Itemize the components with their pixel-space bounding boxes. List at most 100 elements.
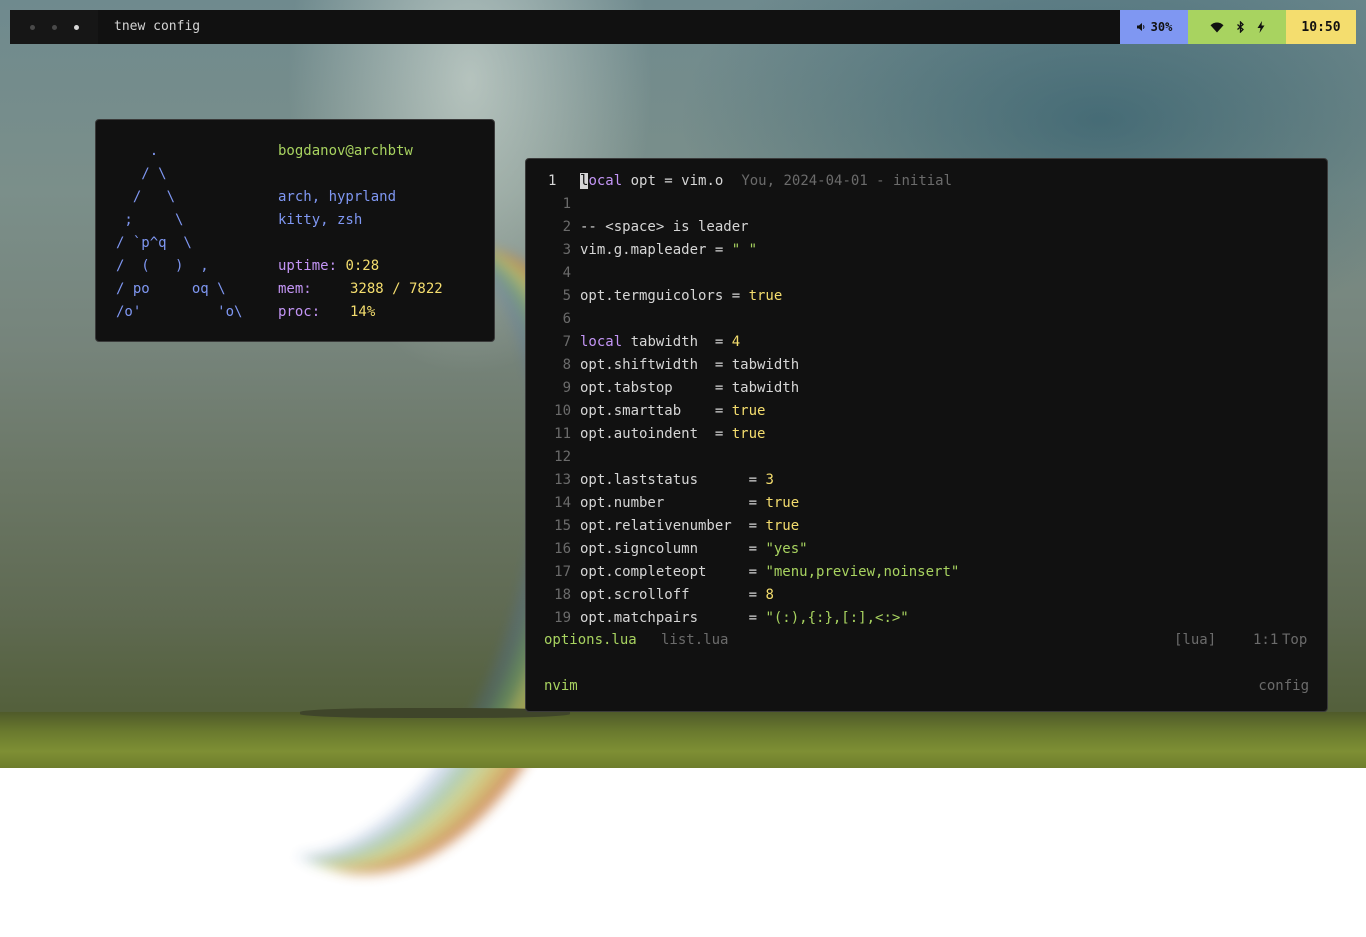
code-line[interactable]: 1 (526, 193, 1326, 216)
code-text: opt.shiftwidth = tabwidth (580, 357, 800, 373)
code-line[interactable]: 12 (526, 446, 1326, 469)
mem-value: 3288 / 7822 (350, 281, 443, 297)
code-line[interactable]: 17 opt.completeopt = "menu,preview,noinse… (526, 561, 1326, 584)
line-number: 1 (548, 173, 557, 189)
line-number: 9 (562, 380, 571, 396)
proc-label: proc: (278, 304, 321, 320)
code-text: vim.g.mapleader = " " (580, 242, 758, 258)
code-line[interactable]: 3 vim.g.mapleader = " " (526, 239, 1326, 262)
code-text: local tabwidth = 4 (580, 334, 741, 350)
line-number: 2 (562, 219, 571, 235)
volume-level: 30% (1150, 20, 1173, 34)
code-line[interactable]: 6 (526, 308, 1326, 331)
git-blame: You, 2024-04-01 - initial (741, 173, 953, 189)
uptime-label: uptime: (278, 258, 338, 274)
nvim-terminal-window[interactable]: 1 local opt = vim.o You, 2024-04-01 - init… (525, 158, 1328, 712)
code-line[interactable]: 7 local tabwidth = 4 (526, 331, 1326, 354)
line-number: 8 (562, 357, 571, 373)
volume-widget[interactable]: 30% (1120, 10, 1188, 44)
line-number: 13 (554, 472, 571, 488)
workspace-1[interactable] (29, 24, 35, 30)
mem-row: mem: 3288 / 7822 (278, 278, 443, 301)
code-line[interactable]: 4 (526, 262, 1326, 285)
uptime-value: 0:28 (345, 258, 380, 274)
code-text: opt.signcolumn = "yes" (580, 541, 808, 557)
line-number: 11 (554, 426, 571, 442)
nvim-statusline: options.lua list.lua [lua] 1:1 Top (526, 629, 1327, 652)
top-status-bar: tnew config 30% 10:50 (10, 10, 1356, 44)
line-number: 5 (562, 288, 571, 304)
workspace-2[interactable] (51, 24, 57, 30)
code-text: opt.scrolloff = 8 (580, 587, 774, 603)
line-number: 4 (562, 265, 571, 281)
line-number: 7 (562, 334, 571, 350)
code-line[interactable]: 1 local opt = vim.o You, 2024-04-01 - init… (526, 170, 1326, 193)
uptime-row: uptime: 0:28 (278, 255, 443, 278)
code-line[interactable]: 15 opt.relativenumber = true (526, 515, 1326, 538)
active-window-title: tnew config (114, 19, 201, 34)
code-line[interactable]: 10 opt.smarttab = true (526, 400, 1326, 423)
line-number: 14 (554, 495, 571, 511)
code-text: opt.termguicolors = true (580, 288, 783, 304)
bluetooth-icon[interactable] (1236, 21, 1245, 33)
wifi-icon[interactable] (1210, 22, 1224, 33)
fetch-terminal-window[interactable]: . / \ / \ ; \ / `p^q \ / ( ) , / po oq \… (95, 119, 495, 342)
line-number: 10 (554, 403, 571, 419)
proc-row: proc: 14% (278, 301, 443, 324)
code-text: opt.relativenumber = true (580, 518, 800, 534)
wallpaper-grass (0, 708, 1366, 768)
tmux-window-name[interactable]: nvim (544, 675, 578, 698)
code-text: opt.number = true (580, 495, 800, 511)
line-number: 3 (562, 242, 571, 258)
code-text: opt.completeopt = "menu,preview,noinsert… (580, 564, 960, 580)
code-line[interactable]: 16 opt.signcolumn = "yes" (526, 538, 1326, 561)
buffer-tab-list[interactable]: list.lua (661, 629, 728, 652)
apps-info: kitty, zsh (278, 212, 363, 228)
code-area[interactable]: 1 local opt = vim.o You, 2024-04-01 - init… (526, 170, 1326, 630)
tmux-session-name: config (1258, 678, 1309, 694)
code-text: opt.laststatus = 3 (580, 472, 774, 488)
line-number: 16 (554, 541, 571, 557)
line-number: 18 (554, 587, 571, 603)
clock[interactable]: 10:50 (1286, 10, 1356, 44)
buffer-tab-options[interactable]: options.lua (544, 629, 637, 652)
code-text: opt.matchpairs = "(:),{:},[:],<:>" (580, 610, 909, 626)
os-info: arch, hyprland (278, 189, 397, 205)
scroll-position: Top (1282, 632, 1308, 648)
code-comment: -- <space> is leader (580, 219, 749, 235)
system-tray (1188, 10, 1286, 44)
code-text: opt.tabstop = tabwidth (580, 380, 800, 396)
user-host: bogdanov@archbtw (278, 143, 413, 159)
code-line[interactable]: 18 opt.scrolloff = 8 (526, 584, 1326, 607)
code-line[interactable]: 14 opt.number = true (526, 492, 1326, 515)
system-info: bogdanov@archbtw arch, hyprland kitty, z… (278, 140, 443, 324)
code-line[interactable]: 19 opt.matchpairs = "(:),{:},[:],<:>" (526, 607, 1326, 630)
workspace-3-active[interactable] (73, 24, 79, 30)
arch-ascii-logo: . / \ / \ ; \ / `p^q \ / ( ) , / po oq \… (116, 143, 243, 320)
filetype-indicator: [lua] (1174, 632, 1217, 648)
code-line[interactable]: 8 opt.shiftwidth = tabwidth (526, 354, 1326, 377)
line-number: 15 (554, 518, 571, 534)
proc-value: 14% (350, 304, 376, 320)
line-number: 1 (562, 196, 571, 212)
line-number: 19 (554, 610, 571, 626)
speaker-icon (1136, 23, 1145, 31)
line-number: 17 (554, 564, 571, 580)
battery-charging-icon[interactable] (1257, 21, 1265, 33)
workspace-indicator (10, 10, 98, 44)
code-text: local opt = vim.o (580, 173, 724, 189)
mem-label: mem: (278, 281, 312, 297)
code-line[interactable]: 9 opt.tabstop = tabwidth (526, 377, 1326, 400)
code-text: opt.autoindent = true (580, 426, 766, 442)
line-number: 6 (562, 311, 571, 327)
code-line[interactable]: 2 -- <space> is leader (526, 216, 1326, 239)
line-number: 12 (554, 449, 571, 465)
code-line[interactable]: 13 opt.laststatus = 3 (526, 469, 1326, 492)
tmux-statusbar: nvim config (526, 675, 1327, 698)
code-line[interactable]: 5 opt.termguicolors = true (526, 285, 1326, 308)
code-line[interactable]: 11 opt.autoindent = true (526, 423, 1326, 446)
cursor-position: 1:1 (1253, 632, 1279, 648)
code-text: opt.smarttab = true (580, 403, 766, 419)
